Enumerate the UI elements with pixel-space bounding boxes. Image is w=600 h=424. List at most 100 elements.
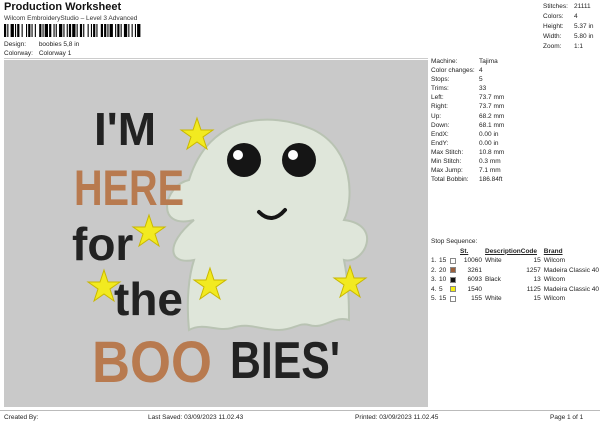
- created-by: Created By:: [4, 414, 39, 421]
- color-swatch: [450, 286, 456, 293]
- machine-label: Right:: [431, 103, 448, 111]
- machine-label: Down:: [431, 121, 450, 129]
- barcode-bar: [15, 24, 17, 37]
- page-title: Production Worksheet: [4, 1, 122, 13]
- table-row: 1. 15 10060 White 15 Wilcom: [431, 256, 600, 266]
- ghost-left-eye: [227, 143, 261, 177]
- barcode-bar: [104, 24, 107, 37]
- stat-label: Width:: [543, 33, 562, 40]
- barcode-bar: [100, 24, 103, 37]
- barcode-bar: [115, 24, 117, 37]
- barcode-bar: [4, 24, 7, 37]
- barcode-bar: [131, 24, 133, 37]
- cell-code: 15: [533, 257, 541, 265]
- cell-stitches: 6093: [467, 276, 482, 284]
- machine-value: 0.3 mm: [479, 158, 501, 166]
- cell-code: 15: [533, 295, 541, 303]
- machine-value: 7.1 mm: [479, 167, 501, 175]
- cell-stop: 15: [439, 257, 447, 265]
- stat-value: 1:1: [574, 43, 584, 50]
- barcode-bar: [21, 24, 23, 37]
- cell-stop: 20: [439, 266, 447, 274]
- page-footer: Created By: Last Saved: 03/09/2023 11.02…: [0, 410, 600, 424]
- machine-value: 4: [479, 67, 483, 75]
- machine-row: Trims: 33: [431, 84, 599, 93]
- barcode-bar: [10, 24, 14, 37]
- machine-value: 0.00 in: [479, 139, 499, 147]
- color-swatch-cell: [450, 285, 460, 295]
- machine-label: Min Stitch:: [431, 158, 462, 166]
- machine-row: Min Stitch: 0.3 mm: [431, 157, 599, 166]
- barcode-bar: [66, 24, 68, 37]
- stat-row-height: Height: 5.37 in: [543, 22, 600, 32]
- machine-value: 73.7 mm: [479, 94, 505, 102]
- barcode-bar: [90, 24, 92, 37]
- col-header-code: Code: [520, 247, 538, 255]
- color-swatch: [450, 257, 456, 264]
- cell-n: 3.: [431, 276, 437, 284]
- machine-row: Right: 73.7 mm: [431, 102, 599, 111]
- color-swatch-cell: [450, 266, 460, 276]
- machine-row: Max Jump: 7.1 mm: [431, 166, 599, 175]
- machine-row: EndY: 0.00 in: [431, 139, 599, 148]
- cell-stop: 15: [439, 295, 447, 303]
- machine-value: 0.00 in: [479, 130, 499, 138]
- barcode-bar: [83, 24, 85, 37]
- table-row: 2. 20 3261 1257 Madeira Classic 40: [431, 266, 600, 276]
- stop-sequence-table: St. Description Code Brand 1. 15 10060 Whit…: [431, 246, 600, 304]
- barcode-bar: [93, 24, 96, 37]
- col-header-stitches: St.: [460, 247, 469, 255]
- cell-n: 2.: [431, 266, 437, 274]
- stat-label: Zoom:: [543, 43, 562, 50]
- barcode-bar: [87, 24, 89, 37]
- machine-row: Color changes: 4: [431, 66, 599, 75]
- color-swatch-cell: [450, 294, 460, 304]
- table-row: 3. 10 6093 Black 13 Wilcom: [431, 275, 600, 285]
- cell-description: White: [485, 295, 502, 303]
- cell-n: 5.: [431, 295, 437, 303]
- last-saved: Last Saved: 03/09/2023 11.02.43: [148, 414, 244, 421]
- barcode-bar: [28, 24, 31, 37]
- eye-highlight: [288, 150, 298, 160]
- barcode-bar: [120, 24, 122, 37]
- color-swatch: [450, 267, 456, 274]
- design-text-here: HERE: [74, 160, 184, 216]
- machine-row: Stops: 5: [431, 75, 599, 84]
- design-text-bies: BIES': [230, 332, 340, 390]
- barcode-bar: [68, 24, 72, 37]
- design-value: boobies 5,8 in: [38, 41, 80, 48]
- barcode-bar: [55, 24, 57, 37]
- machine-info: Machine: Tajima Color changes: 4 Stops: 5 Trim…: [431, 57, 599, 184]
- cell-code: 1257: [526, 266, 541, 274]
- barcode-bar: [107, 24, 109, 37]
- cell-stop: 5: [439, 285, 443, 293]
- design-text-the: the: [114, 273, 183, 325]
- cell-n: 4.: [431, 285, 437, 293]
- stat-row-stitches: Stitches: 21111: [543, 2, 600, 12]
- design-text-boo: BOO: [92, 330, 212, 395]
- cell-n: 1.: [431, 257, 437, 265]
- barcode-bar: [59, 24, 63, 37]
- design-stats: Stitches: 21111 Colors: 4 Height: 5.37 in W…: [543, 2, 600, 52]
- machine-value: 68.1 mm: [479, 121, 505, 129]
- cell-stitches: 155: [471, 295, 482, 303]
- table-row: 4. 5 1540 1125 Madeira Classic 40: [431, 285, 600, 295]
- machine-label: Stops:: [431, 76, 450, 84]
- cell-stop: 10: [439, 276, 447, 284]
- cell-description: [482, 266, 521, 276]
- printed-date: Printed: 03/09/2023 11.02.45: [355, 414, 439, 421]
- stat-value: 5.80 in: [574, 33, 594, 40]
- machine-row: Machine: Tajima: [431, 57, 599, 66]
- eye-highlight: [233, 150, 243, 160]
- barcode-bar: [17, 24, 20, 37]
- design-text-for: for: [72, 218, 133, 270]
- cell-stitches: 3261: [467, 266, 482, 274]
- cell-description: [482, 285, 521, 295]
- barcode-bar: [49, 24, 52, 37]
- machine-row: Max Stitch: 10.8 mm: [431, 148, 599, 157]
- machine-label: Left:: [431, 94, 444, 102]
- stat-row-zoom: Zoom: 1:1: [543, 42, 600, 52]
- barcode-bar: [63, 24, 65, 37]
- barcode-bar: [137, 24, 141, 37]
- barcode-bar: [109, 24, 113, 37]
